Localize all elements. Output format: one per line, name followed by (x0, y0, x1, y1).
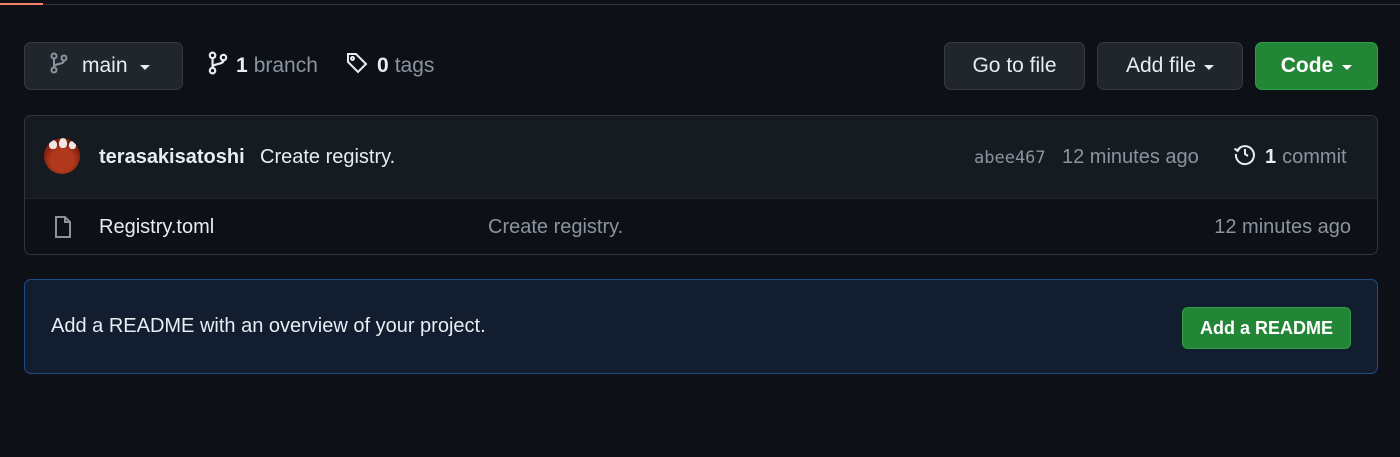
commit-history-link[interactable]: 1 commit (1233, 116, 1347, 198)
commit-label: commit (1282, 145, 1347, 168)
tags-link[interactable]: 0 tags (345, 42, 434, 90)
file-name[interactable]: Registry.toml (99, 198, 214, 254)
readme-banner-text: Add a README with an overview of your pr… (51, 315, 486, 337)
file-commit-time: 12 minutes ago (1214, 216, 1351, 238)
file-row[interactable]: Registry.toml Create registry. 12 minute… (25, 198, 1377, 254)
active-tab-underline (0, 3, 43, 5)
tag-count: 0 (377, 54, 389, 77)
branch-count: 1 (236, 54, 248, 77)
commit-sha[interactable]: abee467 (974, 116, 1046, 198)
branch-label: branch (253, 54, 318, 77)
code-button-label: Code (1280, 54, 1334, 77)
commit-count: 1 (1265, 145, 1277, 168)
tag-label: tags (394, 54, 435, 77)
chevron-down-icon (1342, 64, 1353, 70)
add-file-label: Add file (1125, 54, 1197, 77)
branch-select-button[interactable]: main (24, 42, 183, 90)
add-readme-button[interactable]: Add a README (1182, 307, 1351, 349)
commit-message[interactable]: Create registry. (260, 116, 395, 198)
git-branch-icon (50, 52, 68, 80)
file-browser: terasakisatoshi Create registry. abee467… (24, 115, 1378, 255)
header-divider (0, 0, 1400, 5)
commit-time: 12 minutes ago (1062, 146, 1199, 168)
file-icon (53, 215, 73, 244)
commit-author[interactable]: terasakisatoshi (99, 116, 245, 198)
code-button[interactable]: Code (1255, 42, 1378, 90)
branch-select-label: main (82, 54, 128, 77)
readme-banner: Add a README with an overview of your pr… (24, 279, 1378, 374)
go-to-file-button[interactable]: Go to file (944, 42, 1085, 90)
git-branch-icon (208, 51, 228, 81)
chevron-down-icon (139, 64, 150, 70)
chevron-down-icon (1204, 64, 1215, 70)
repo-toolbar: main 1 branch 0 tags Go to file Add file… (24, 42, 1378, 90)
file-commit-message[interactable]: Create registry. (488, 198, 623, 254)
history-icon (1233, 142, 1257, 172)
add-file-button[interactable]: Add file (1097, 42, 1243, 90)
branches-link[interactable]: 1 branch (208, 42, 318, 90)
avatar[interactable] (44, 138, 80, 174)
latest-commit-row: terasakisatoshi Create registry. abee467… (25, 116, 1377, 199)
tag-icon (345, 51, 369, 81)
